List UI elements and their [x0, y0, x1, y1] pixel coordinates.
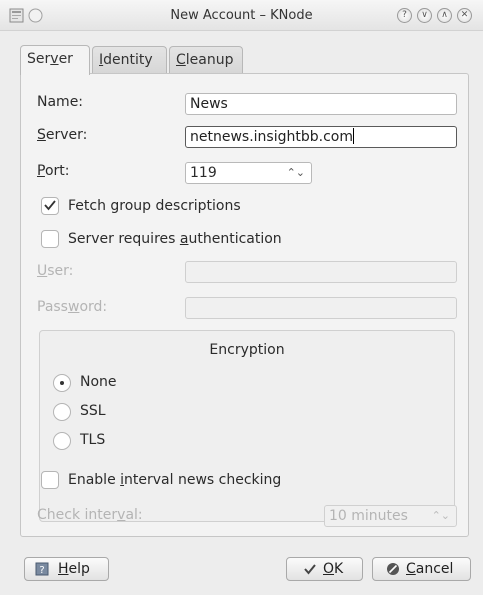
radio-tls[interactable]: [53, 432, 71, 450]
server-label: Server:: [37, 127, 88, 143]
port-label: Port:: [37, 163, 70, 179]
encryption-title: Encryption: [209, 342, 285, 358]
password-label: Password:: [37, 299, 108, 315]
help-icon[interactable]: ?: [397, 8, 412, 23]
fetch-descriptions-checkbox[interactable]: [41, 197, 59, 215]
interval-checkbox[interactable]: [41, 471, 59, 489]
minimize-icon[interactable]: ∨: [417, 8, 432, 23]
server-field[interactable]: netnews.insightbb.com: [185, 126, 457, 148]
tab-server[interactable]: Server: [20, 45, 90, 75]
auth-checkbox[interactable]: [41, 230, 59, 248]
port-spinbox[interactable]: 119 ⌃⌄: [185, 162, 312, 184]
check-interval-spinbox[interactable]: 10 minutes ⌃⌄: [324, 505, 457, 527]
tab-cleanup[interactable]: Cleanup: [169, 46, 243, 74]
user-label: User:: [37, 263, 74, 279]
radio-none[interactable]: [53, 374, 71, 392]
svg-text:?: ?: [39, 565, 44, 576]
password-field[interactable]: [185, 297, 457, 319]
help-book-icon: ?: [35, 562, 49, 576]
spin-arrows-icon[interactable]: ⌃⌄: [432, 506, 450, 526]
maximize-icon[interactable]: ∧: [437, 8, 452, 23]
fetch-descriptions-label: Fetch group descriptions: [68, 198, 241, 214]
encryption-group: Encryption None SSL TLS: [39, 330, 455, 522]
radio-ssl[interactable]: [53, 403, 71, 421]
help-button[interactable]: ? Help: [24, 557, 109, 581]
cancel-button[interactable]: Cancel: [372, 557, 471, 581]
name-field[interactable]: News: [185, 93, 457, 115]
check-interval-label: Check interval:: [37, 507, 143, 523]
ok-button[interactable]: OK: [286, 557, 363, 581]
user-field[interactable]: [185, 261, 457, 283]
cancel-icon: [387, 563, 399, 575]
close-icon[interactable]: ✕: [457, 8, 472, 23]
radio-selected-dot: [60, 381, 64, 385]
name-label: Name:: [37, 94, 84, 110]
server-panel: Name: News Server: netnews.insightbb.com…: [20, 73, 469, 537]
auth-label: Server requires authentication: [68, 231, 282, 247]
spin-arrows-icon[interactable]: ⌃⌄: [287, 163, 305, 183]
radio-ssl-label: SSL: [80, 403, 106, 419]
tab-identity[interactable]: Identity: [92, 46, 167, 74]
checkmark-icon: [44, 200, 56, 211]
radio-none-label: None: [80, 374, 117, 390]
radio-tls-label: TLS: [80, 432, 106, 448]
checkmark-icon: [304, 564, 316, 575]
interval-label: Enable interval news checking: [68, 472, 282, 488]
title-bar: New Account – KNode ? ∨ ∧ ✕: [0, 0, 483, 31]
